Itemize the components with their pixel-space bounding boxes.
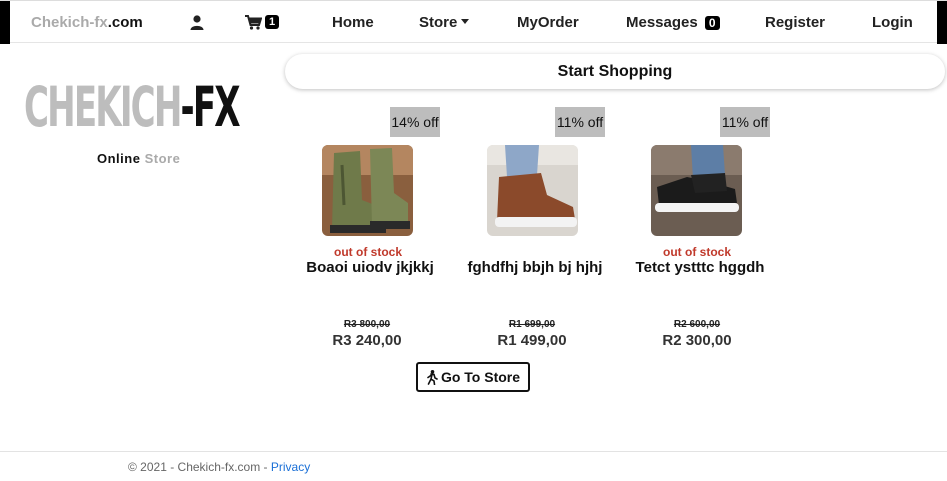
brand-prefix: Chekich-fx	[31, 14, 108, 31]
product-image[interactable]	[322, 145, 413, 236]
discount-badge: 11% off	[720, 107, 770, 137]
product-name[interactable]: Tetct ystttc hggdh	[620, 259, 780, 276]
cart-button[interactable]: 1	[245, 13, 280, 31]
footer: © 2021 - Chekich-fx.com - Privacy	[128, 460, 310, 474]
discount-badge: 11% off	[555, 107, 605, 137]
privacy-link[interactable]: Privacy	[271, 460, 310, 474]
nav-messages[interactable]: Messages 0	[626, 14, 720, 31]
site-logo[interactable]: CHEKICH-FX	[24, 76, 260, 138]
brand-link[interactable]: Chekich-fx.com	[31, 14, 143, 31]
go-to-store-label: Go To Store	[440, 369, 521, 385]
go-to-store-button[interactable]: Go To Store	[416, 362, 530, 392]
tagline: Online Store	[97, 151, 180, 166]
navbar-left-edge	[0, 1, 10, 44]
cart-count-badge: 1	[265, 15, 280, 29]
nav-store-label: Store	[419, 14, 458, 31]
old-price: R1 699,00	[508, 319, 556, 330]
cart-icon	[245, 14, 262, 30]
brand-suffix: .com	[107, 14, 143, 31]
stock-status: out of stock	[663, 245, 731, 259]
user-icon[interactable]	[190, 13, 204, 31]
nav-messages-label: Messages	[626, 14, 698, 31]
walking-person-icon	[427, 369, 438, 385]
nav-store[interactable]: Store	[419, 14, 470, 31]
nav-home[interactable]: Home	[332, 14, 374, 31]
tagline-bold: Online	[97, 151, 141, 166]
product-name[interactable]: Boaoi uiodv jkjkkj	[290, 259, 450, 276]
product-name[interactable]: fghdfhj bbjh bj hjhj	[455, 259, 615, 276]
product-image[interactable]	[487, 145, 578, 236]
caret-down-icon	[461, 19, 470, 24]
stock-status: out of stock	[334, 245, 402, 259]
discount-badge: 14% off	[390, 107, 440, 137]
nav-myorder[interactable]: MyOrder	[517, 14, 579, 31]
nav-register[interactable]: Register	[765, 14, 825, 31]
start-shopping-banner[interactable]: Start Shopping	[285, 54, 945, 89]
footer-divider	[0, 451, 947, 452]
new-price: R2 300,00	[662, 332, 732, 349]
navbar-right-edge	[937, 1, 947, 44]
nav-login[interactable]: Login	[872, 14, 913, 31]
top-navbar: Chekich-fx.com 1 Home Store MyOrder Mess…	[0, 0, 947, 44]
copyright-text: © 2021 - Chekich-fx.com -	[128, 460, 271, 474]
old-price: R3 800,00	[343, 319, 391, 330]
tagline-light: Store	[144, 151, 181, 166]
messages-count-badge: 0	[704, 16, 720, 30]
logo-part1: CHEKICH	[24, 75, 182, 139]
logo-part2: -FX	[180, 75, 241, 139]
new-price: R3 240,00	[332, 332, 402, 349]
old-price: R2 600,00	[673, 319, 721, 330]
product-image[interactable]	[651, 145, 742, 236]
new-price: R1 499,00	[497, 332, 567, 349]
